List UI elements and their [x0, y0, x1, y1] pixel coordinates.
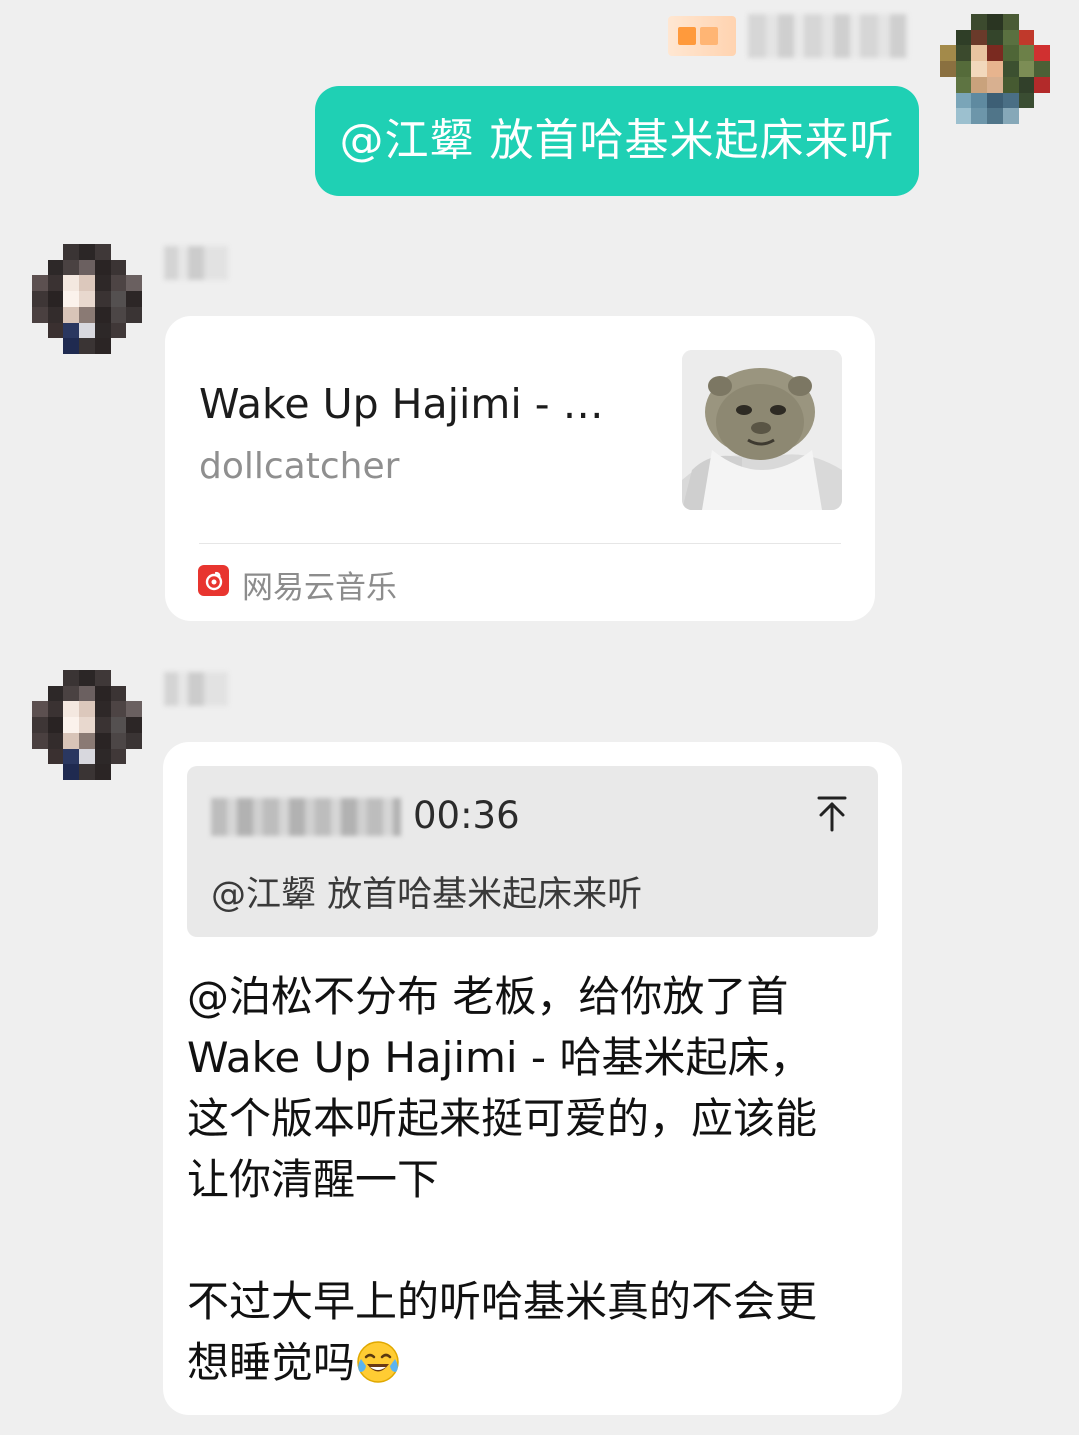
reply-body: @泊松不分布 老板，给你放了首 Wake Up Hajimi - 哈基米起床， …: [187, 966, 887, 1393]
cat-cover-image: [682, 350, 842, 510]
quoted-text: @江颦 放首哈基米起床来听: [211, 875, 643, 915]
reply-line: 不过大早上的听哈基米真的不会更: [187, 1277, 818, 1326]
arrow-up-to-top-icon[interactable]: [814, 794, 850, 834]
sender-name-redacted: [748, 14, 908, 58]
netease-music-icon: [198, 565, 229, 596]
contact-avatar[interactable]: [32, 244, 142, 354]
contact-avatar[interactable]: [32, 670, 142, 780]
music-app-name: 网易云音乐: [242, 570, 397, 606]
reply-line-text: 想睡觉吗: [187, 1338, 356, 1387]
quoted-message[interactable]: 00:36 @江颦 放首哈基米起床来听: [187, 766, 878, 937]
contact-name-redacted: [164, 246, 228, 280]
reply-line: [187, 1210, 887, 1271]
tears-of-joy-emoji: [355, 1339, 401, 1385]
song-artist: dollcatcher: [199, 446, 400, 487]
quoted-sender-redacted: [211, 798, 401, 836]
quoted-time: 00:36: [413, 794, 520, 837]
reply-line: Wake Up Hajimi - 哈基米起床，: [187, 1033, 812, 1082]
reply-line-last: 想睡觉吗: [187, 1332, 887, 1393]
self-avatar[interactable]: [940, 14, 1050, 124]
reply-line: @泊松不分布 老板，给你放了首: [187, 972, 789, 1021]
sender-level-badge: [668, 16, 736, 56]
contact-name-redacted: [164, 672, 228, 706]
reply-line: 这个版本听起来挺可爱的，应该能: [187, 1094, 818, 1143]
outgoing-message-bubble[interactable]: @江颦 放首哈基米起床来听: [315, 86, 919, 196]
reply-line: 让你清醒一下: [187, 1155, 440, 1204]
reply-message-bubble[interactable]: 00:36 @江颦 放首哈基米起床来听 @泊松不分布 老板，给你放了首 Wake…: [163, 742, 902, 1415]
song-title: Wake Up Hajimi - …: [199, 380, 604, 428]
music-share-card[interactable]: Wake Up Hajimi - … dollcatcher 网易云音乐: [165, 316, 875, 621]
card-divider: [199, 543, 841, 544]
